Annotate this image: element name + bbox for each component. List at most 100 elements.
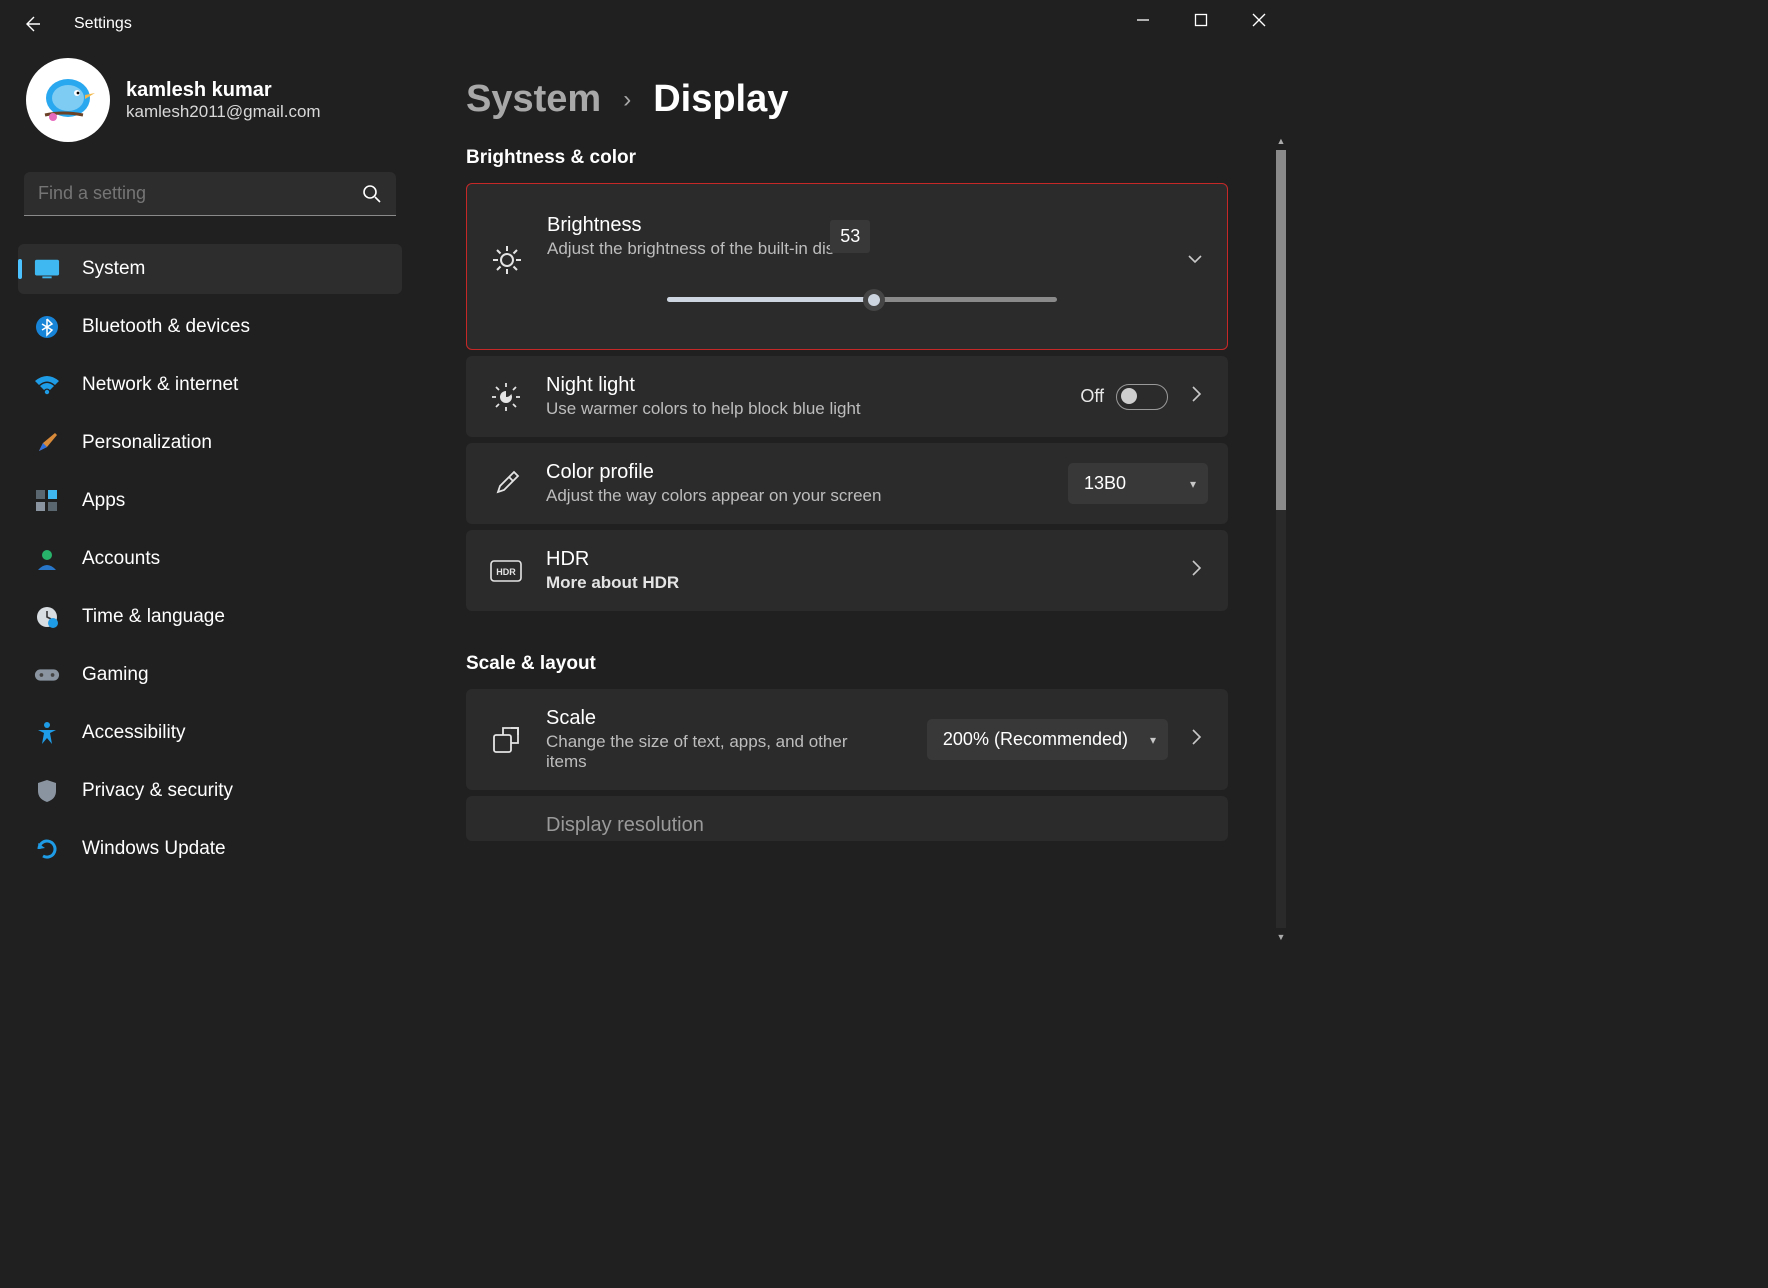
titlebar: Settings (0, 0, 1288, 48)
section-title-brightness: Brightness & color (466, 147, 1228, 169)
breadcrumb-parent[interactable]: System (466, 78, 601, 121)
chevron-down-icon: ▾ (1190, 477, 1196, 491)
scale-open[interactable] (1184, 728, 1208, 751)
sidebar-item-accounts[interactable]: Accounts (18, 534, 402, 584)
color-profile-selected: 13B0 (1084, 473, 1126, 493)
back-button[interactable] (20, 12, 44, 36)
sidebar-item-windows-update[interactable]: Windows Update (18, 824, 402, 874)
night-light-subtitle: Use warmer colors to help block blue lig… (546, 399, 1060, 419)
sidebar-item-network[interactable]: Network & internet (18, 360, 402, 410)
display-resolution-card[interactable]: Display resolution (466, 796, 1228, 841)
sidebar-item-accessibility[interactable]: Accessibility (18, 708, 402, 758)
maximize-icon (1194, 13, 1208, 27)
night-light-open[interactable] (1184, 385, 1208, 408)
sidebar-item-label: Windows Update (82, 838, 226, 860)
arrow-left-icon (22, 14, 42, 34)
nav-list: System Bluetooth & devices Network & int… (18, 244, 402, 874)
sidebar-item-label: Privacy & security (82, 780, 233, 802)
search-input[interactable] (38, 183, 362, 204)
color-profile-dropdown[interactable]: 13B0 ▾ (1068, 463, 1208, 504)
brightness-subtitle: Adjust the brightness of the built-in di… (547, 239, 834, 259)
breadcrumb-current: Display (653, 78, 788, 121)
sidebar-item-system[interactable]: System (18, 244, 402, 294)
sidebar-item-label: Gaming (82, 664, 149, 686)
night-light-title: Night light (546, 374, 1060, 397)
hdr-icon: HDR (486, 560, 526, 582)
hdr-card[interactable]: HDR HDR More about HDR (466, 530, 1228, 611)
section-title-scale: Scale & layout (466, 653, 1228, 675)
eyedropper-icon (486, 470, 526, 498)
avatar-bird-icon (33, 65, 103, 135)
scale-selected: 200% (Recommended) (943, 729, 1128, 749)
accessibility-icon (34, 720, 60, 746)
brightness-slider[interactable] (667, 289, 1057, 309)
breadcrumb: System › Display (466, 78, 1258, 121)
monitor-icon (34, 256, 60, 282)
user-block[interactable]: kamlesh kumar kamlesh2011@gmail.com (26, 58, 402, 142)
hdr-title: HDR (546, 548, 1164, 571)
search-icon (362, 184, 382, 204)
night-light-toggle[interactable] (1116, 384, 1168, 410)
sidebar-item-gaming[interactable]: Gaming (18, 650, 402, 700)
user-email: kamlesh2011@gmail.com (126, 102, 321, 122)
chevron-down-icon (1186, 250, 1204, 268)
sidebar-item-privacy[interactable]: Privacy & security (18, 766, 402, 816)
chevron-right-icon (1189, 728, 1203, 746)
scroll-down-arrow[interactable]: ▼ (1276, 932, 1286, 942)
color-profile-title: Color profile (546, 461, 1048, 484)
brightness-icon (487, 244, 527, 276)
sidebar-item-label: Network & internet (82, 374, 238, 396)
app-title: Settings (74, 15, 132, 33)
night-light-toggle-label: Off (1080, 386, 1104, 407)
scrollbar[interactable]: ▲ ▼ (1276, 150, 1286, 928)
scale-dropdown[interactable]: 200% (Recommended) ▾ (927, 719, 1168, 760)
sidebar-item-personalization[interactable]: Personalization (18, 418, 402, 468)
slider-thumb[interactable] (863, 289, 885, 311)
night-light-icon (486, 382, 526, 412)
sidebar-item-time-language[interactable]: Time & language (18, 592, 402, 642)
sidebar-item-label: Time & language (82, 606, 225, 628)
wifi-icon (34, 372, 60, 398)
scale-card[interactable]: Scale Change the size of text, apps, and… (466, 689, 1228, 790)
sidebar-item-label: Bluetooth & devices (82, 316, 250, 338)
display-resolution-title: Display resolution (546, 814, 1208, 837)
color-profile-subtitle: Adjust the way colors appear on your scr… (546, 486, 1048, 506)
night-light-card[interactable]: Night light Use warmer colors to help bl… (466, 356, 1228, 437)
scroll-up-arrow[interactable]: ▲ (1276, 136, 1286, 146)
update-icon (34, 836, 60, 862)
gamepad-icon (34, 662, 60, 688)
svg-text:HDR: HDR (496, 567, 516, 577)
sidebar-item-label: Accounts (82, 548, 160, 570)
hdr-subtitle: More about HDR (546, 573, 1164, 593)
apps-icon (34, 488, 60, 514)
avatar (26, 58, 110, 142)
minimize-button[interactable] (1114, 0, 1172, 40)
close-icon (1252, 13, 1266, 27)
color-profile-card[interactable]: Color profile Adjust the way colors appe… (466, 443, 1228, 524)
sidebar-item-label: Apps (82, 490, 125, 512)
sidebar-item-label: Accessibility (82, 722, 185, 744)
person-icon (34, 546, 60, 572)
sidebar: kamlesh kumar kamlesh2011@gmail.com Syst… (0, 58, 420, 882)
brightness-value-badge: 53 (830, 220, 870, 253)
slider-fill (667, 297, 874, 302)
chevron-right-icon (1189, 559, 1203, 577)
maximize-button[interactable] (1172, 0, 1230, 40)
chevron-down-icon: ▾ (1150, 733, 1156, 747)
scale-icon (486, 725, 526, 755)
sidebar-item-apps[interactable]: Apps (18, 476, 402, 526)
user-name: kamlesh kumar (126, 79, 321, 102)
search-box[interactable] (24, 172, 396, 216)
bluetooth-icon (34, 314, 60, 340)
brightness-card[interactable]: Brightness Adjust the brightness of the … (466, 183, 1228, 350)
sidebar-item-bluetooth[interactable]: Bluetooth & devices (18, 302, 402, 352)
expand-chevron[interactable] (1183, 250, 1207, 273)
chevron-right-icon (1189, 385, 1203, 403)
scroll-thumb[interactable] (1276, 150, 1286, 510)
sidebar-item-label: System (82, 258, 145, 280)
clock-icon (34, 604, 60, 630)
sidebar-item-label: Personalization (82, 432, 212, 454)
chevron-right-icon: › (623, 86, 631, 114)
hdr-open[interactable] (1184, 559, 1208, 582)
close-button[interactable] (1230, 0, 1288, 40)
